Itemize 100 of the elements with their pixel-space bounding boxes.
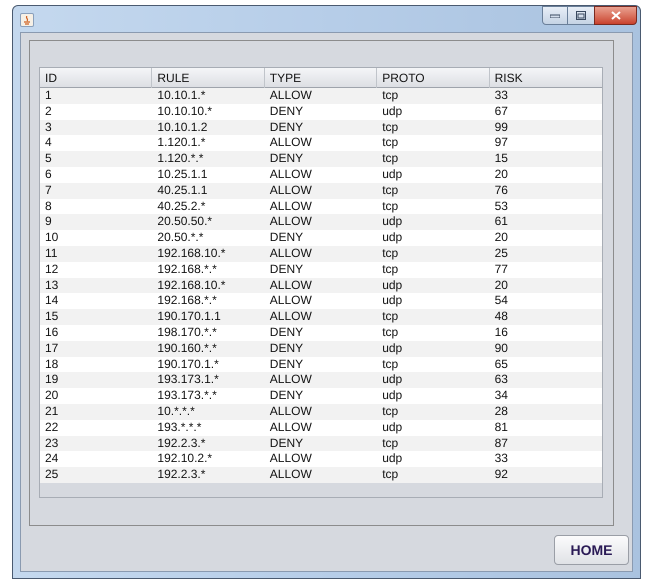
table-cell-text: ALLOW bbox=[268, 198, 313, 214]
table-cell-text: 90 bbox=[494, 340, 509, 357]
table-cell-text: 20 bbox=[494, 166, 509, 183]
table-cell-text: 1.120.*.* bbox=[156, 151, 204, 167]
table-cell-text: 18 bbox=[44, 356, 60, 372]
table-cell-text: 63 bbox=[494, 372, 509, 388]
table-cell-text: ALLOW bbox=[268, 293, 313, 310]
table-cell-text: tcp bbox=[381, 198, 400, 214]
table-cell-text: 33 bbox=[494, 451, 509, 468]
table-cell-text: DENY bbox=[268, 324, 304, 341]
table-cell-text: tcp bbox=[381, 309, 400, 325]
table-cell-text: udp bbox=[381, 372, 404, 388]
table-cell-text: 9 bbox=[44, 214, 53, 230]
table-cell-text: 10 bbox=[44, 230, 60, 246]
table-cell-text: 65 bbox=[494, 356, 509, 372]
table-cell-text: 192.2.3.* bbox=[156, 436, 206, 452]
table-cell-text: 33 bbox=[494, 88, 509, 104]
table-cell-text: ALLOW bbox=[268, 309, 313, 325]
table-cell-text: 4 bbox=[44, 135, 53, 152]
table-cell-text: tcp bbox=[381, 436, 400, 452]
table-cell-text: 81 bbox=[494, 420, 509, 436]
table-cell-text: DENY bbox=[268, 356, 304, 372]
table-cell-text: 20.50.*.* bbox=[156, 230, 204, 246]
table-cell-text: 193.173.1.* bbox=[156, 372, 220, 388]
table-cell-text: 28 bbox=[494, 404, 509, 420]
table-cell-text: 2 bbox=[44, 104, 53, 120]
table-cell-text: ALLOW bbox=[268, 420, 313, 436]
table-cell-text: tcp bbox=[381, 404, 400, 420]
minimize-icon bbox=[550, 14, 560, 18]
table-cell-text: ALLOW bbox=[268, 214, 313, 230]
table-cell-text: 20 bbox=[44, 388, 60, 404]
close-icon bbox=[610, 11, 620, 20]
table-cell-text: 97 bbox=[494, 135, 509, 152]
table-cell-text: 13 bbox=[44, 278, 60, 294]
table-cell-text: ALLOW bbox=[268, 467, 313, 483]
minimize-button[interactable] bbox=[542, 6, 568, 25]
table-cell-text: udp bbox=[381, 278, 404, 294]
table-cell-text: udp bbox=[381, 388, 404, 404]
table-cell-text: tcp bbox=[381, 182, 400, 199]
table-cell-text: 61 bbox=[494, 214, 509, 230]
table-cell-text: ALLOW bbox=[268, 166, 313, 183]
table-cell-text: 76 bbox=[494, 182, 509, 199]
table-cell-text: udp bbox=[381, 104, 404, 120]
table-cell-text: 1.120.1.* bbox=[156, 135, 206, 152]
table-cell-text: tcp bbox=[381, 88, 400, 104]
table-cell-text: udp bbox=[381, 293, 404, 310]
table-cell-text: tcp bbox=[381, 120, 400, 136]
table-cell-text: 14 bbox=[44, 293, 60, 310]
table-cell-text: 10.25.1.1 bbox=[156, 166, 208, 183]
home-button[interactable]: HOME bbox=[554, 535, 629, 565]
column-header[interactable]: RISK bbox=[490, 68, 602, 88]
table-cell-text: DENY bbox=[268, 436, 304, 452]
table-cell-text: DENY bbox=[268, 262, 304, 278]
table-cell-text: udp bbox=[381, 166, 404, 183]
table-cell-text: ALLOW bbox=[268, 135, 313, 152]
table-cell-text: ALLOW bbox=[268, 372, 313, 388]
table-cell-text: 3 bbox=[44, 120, 53, 136]
table-cell-text: 7 bbox=[44, 182, 53, 199]
table-cell-text: ALLOW bbox=[268, 278, 313, 294]
table-cell-text: 6 bbox=[44, 166, 53, 183]
table-cell-text: DENY bbox=[268, 230, 304, 246]
table-cell-text: 192.168.10.* bbox=[156, 246, 226, 262]
table-cell-text: udp bbox=[381, 340, 404, 357]
table-cell-text: 67 bbox=[494, 104, 509, 120]
table-cell-text: 16 bbox=[494, 324, 509, 341]
table-cell-text: 34 bbox=[494, 388, 509, 404]
table-cell-text: ALLOW bbox=[268, 404, 313, 420]
table-cell-text: 17 bbox=[44, 340, 60, 357]
table-cell-text: 25 bbox=[494, 246, 509, 262]
table-cell-text: 21 bbox=[44, 404, 60, 420]
table-cell-text: 11 bbox=[44, 246, 58, 262]
table-cell-text: 20.50.50.* bbox=[156, 214, 214, 230]
table-cell-text: 77 bbox=[494, 262, 509, 278]
table-cell-text: tcp bbox=[381, 135, 400, 152]
table-cell-text: 15 bbox=[44, 309, 60, 325]
table-cell-text: ALLOW bbox=[268, 182, 313, 199]
table-cell-text: 192.2.3.* bbox=[156, 467, 206, 483]
table-cell-text: 99 bbox=[494, 120, 509, 136]
table-cell-text: ALLOW bbox=[268, 88, 313, 104]
table-cell-text: DENY bbox=[268, 120, 304, 136]
table-cell-text: 25 bbox=[44, 467, 60, 483]
table-cell-text: DENY bbox=[268, 151, 304, 167]
table-cell-text: 23 bbox=[44, 436, 60, 452]
table-cell-text: 193.173.*.* bbox=[156, 388, 218, 404]
table-cell-text: tcp bbox=[381, 262, 400, 278]
table-cell-text: 10.10.1.* bbox=[156, 88, 206, 104]
table-cell-text: 12 bbox=[44, 262, 60, 278]
app-icon bbox=[20, 13, 34, 27]
table-cell-text: 198.170.*.* bbox=[156, 324, 218, 341]
table-cell-text: 190.170.1.* bbox=[156, 356, 220, 372]
table-cell-text: udp bbox=[381, 420, 404, 436]
table-cell-text: 15 bbox=[494, 151, 509, 167]
maximize-button[interactable] bbox=[568, 6, 594, 25]
table-cell-text: 10.10.10.* bbox=[156, 104, 214, 120]
table-cell-text: 20 bbox=[494, 278, 509, 294]
table-cell-text: 8 bbox=[44, 198, 53, 214]
table-cell-text: 24 bbox=[44, 451, 60, 468]
table-cell-text: 192.168.*.* bbox=[156, 262, 218, 278]
table-cell-text: 5 bbox=[44, 151, 53, 167]
close-button[interactable] bbox=[594, 6, 637, 25]
